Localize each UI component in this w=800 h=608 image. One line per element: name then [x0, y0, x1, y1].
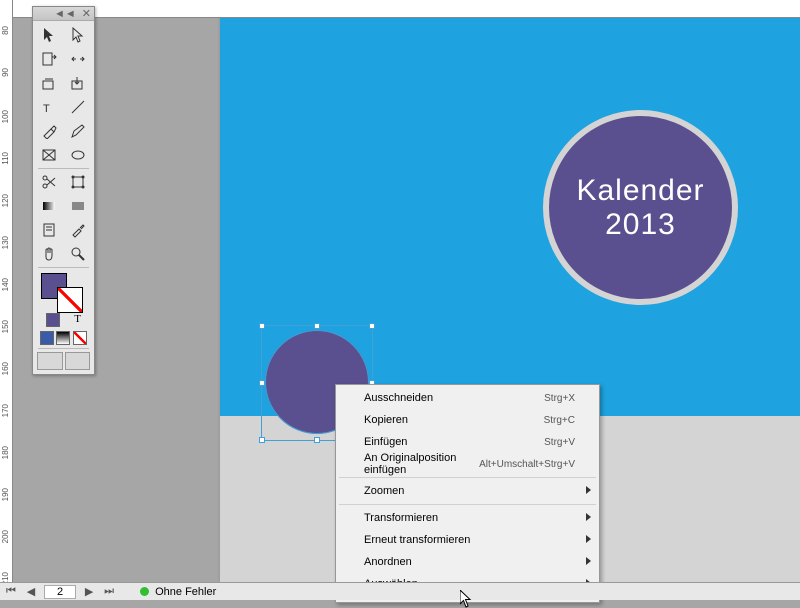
menu-copy[interactable]: KopierenStrg+C [338, 409, 597, 431]
ruler-number: 80 [1, 26, 10, 35]
calendar-title-line1: Kalender [576, 174, 704, 208]
apply-gradient-icon[interactable] [56, 331, 70, 345]
preflight-status-label[interactable]: Ohne Fehler [155, 586, 216, 598]
selection-handle[interactable] [369, 323, 375, 329]
prev-page-button[interactable]: ◀ [24, 585, 38, 599]
apply-none-icon[interactable] [73, 331, 87, 345]
first-page-button[interactable]: ⏮ [4, 585, 18, 599]
fill-stroke-proxy[interactable] [35, 269, 92, 311]
ruler-number: 180 [1, 446, 10, 459]
eyedropper-tool[interactable] [64, 218, 93, 242]
ruler-horizontal [13, 0, 800, 18]
tools-panel[interactable]: ◄◄ ✕ T T [32, 6, 95, 375]
menu-transform-again[interactable]: Erneut transformieren [338, 529, 597, 551]
menu-arrange[interactable]: Anordnen [338, 551, 597, 573]
normal-view-mode[interactable] [37, 352, 63, 370]
line-tool[interactable] [64, 95, 93, 119]
ruler-number: 110 [1, 152, 10, 165]
menu-paste-in-place[interactable]: An Originalposition einfügenAlt+Umschalt… [338, 453, 597, 475]
direct-selection-tool[interactable] [64, 23, 93, 47]
content-placer-tool[interactable] [64, 71, 93, 95]
type-tool[interactable]: T [35, 95, 64, 119]
pencil-tool[interactable] [64, 119, 93, 143]
rectangle-frame-tool[interactable] [35, 143, 64, 167]
preview-view-mode[interactable] [65, 352, 91, 370]
last-page-button[interactable]: ⏭ [102, 585, 116, 599]
ruler-number: 140 [1, 278, 10, 291]
stroke-swatch[interactable] [57, 287, 83, 313]
gap-tool[interactable] [64, 47, 93, 71]
chevron-right-icon [586, 486, 591, 494]
menu-paste[interactable]: EinfügenStrg+V [338, 431, 597, 453]
pen-tool[interactable] [35, 119, 64, 143]
content-collector-tool[interactable] [35, 71, 64, 95]
ruler-number: 130 [1, 236, 10, 249]
menu-cut[interactable]: AusschneidenStrg+X [338, 387, 597, 409]
chevron-right-icon [586, 513, 591, 521]
scissors-tool[interactable] [35, 170, 64, 194]
ruler-number: 190 [1, 488, 10, 501]
apply-color-icon[interactable] [40, 331, 54, 345]
free-transform-tool[interactable] [64, 170, 93, 194]
context-menu[interactable]: AusschneidenStrg+X KopierenStrg+C Einfüg… [335, 384, 600, 603]
note-tool[interactable] [35, 218, 64, 242]
menu-zoom[interactable]: Zoomen [338, 480, 597, 502]
collapse-icon[interactable]: ◄◄ [54, 8, 76, 20]
gradient-feather-tool[interactable] [64, 194, 93, 218]
zoom-tool[interactable] [64, 242, 93, 266]
ruler-number: 200 [1, 530, 10, 543]
svg-text:T: T [43, 103, 50, 115]
selection-handle[interactable] [314, 323, 320, 329]
text-formatting-icon[interactable]: T [74, 313, 81, 327]
ruler-number: 90 [1, 68, 10, 77]
selection-handle[interactable] [314, 437, 320, 443]
ellipse-tool[interactable] [64, 143, 93, 167]
calendar-title-line2: 2013 [605, 208, 676, 242]
selection-tool[interactable] [35, 23, 64, 47]
gradient-swatch-tool[interactable] [35, 194, 64, 218]
ruler-number: 160 [1, 362, 10, 375]
page-tool[interactable] [35, 47, 64, 71]
current-page-field[interactable]: 2 [44, 585, 76, 599]
chevron-right-icon [586, 535, 591, 543]
ruler-number: 120 [1, 194, 10, 207]
status-bar: ⏮ ◀ 2 ▶ ⏭ Ohne Fehler [0, 582, 800, 600]
ruler-number: 100 [1, 110, 10, 123]
selection-handle[interactable] [259, 380, 265, 386]
calendar-title-circle[interactable]: Kalender 2013 [543, 110, 738, 305]
hand-tool[interactable] [35, 242, 64, 266]
close-icon[interactable]: ✕ [82, 7, 91, 20]
next-page-button[interactable]: ▶ [82, 585, 96, 599]
ruler-number: 150 [1, 320, 10, 333]
preflight-status-icon[interactable] [140, 587, 149, 596]
menu-transform[interactable]: Transformieren [338, 507, 597, 529]
selection-handle[interactable] [259, 323, 265, 329]
selection-handle[interactable] [259, 437, 265, 443]
ruler-number: 170 [1, 404, 10, 417]
chevron-right-icon [586, 557, 591, 565]
tools-panel-header[interactable]: ◄◄ ✕ [33, 7, 94, 21]
container-formatting-icon[interactable] [46, 313, 60, 327]
ruler-vertical: 80 90 100 110 120 130 140 150 160 170 18… [0, 0, 13, 582]
